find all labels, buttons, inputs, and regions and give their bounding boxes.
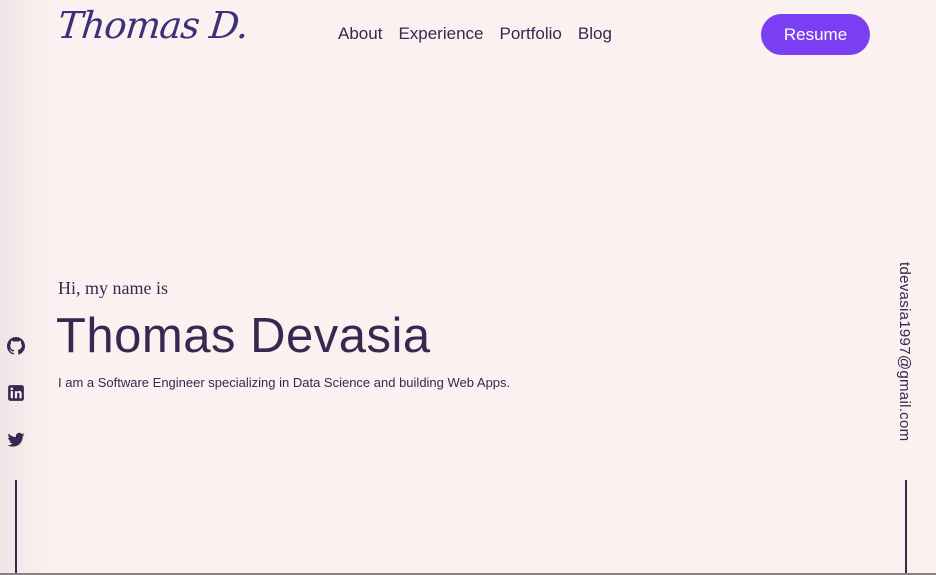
twitter-icon <box>7 431 25 449</box>
left-gutter <box>0 0 48 575</box>
email-link[interactable]: tdevasia1997@gmail.com <box>896 262 913 441</box>
nav-link-about[interactable]: About <box>338 24 382 44</box>
hero-name: Thomas Devasia <box>56 309 431 363</box>
social-links <box>7 337 25 449</box>
github-link[interactable] <box>7 337 25 355</box>
hero-greeting: Hi, my name is <box>58 278 168 298</box>
left-vertical-line <box>15 480 17 575</box>
site-logo[interactable]: Thomas D. <box>56 4 250 47</box>
hero-tagline: I am a Software Engineer specializing in… <box>58 375 511 390</box>
resume-button[interactable]: Resume <box>761 14 870 55</box>
nav-link-portfolio[interactable]: Portfolio <box>500 24 562 44</box>
linkedin-icon <box>7 384 25 402</box>
twitter-link[interactable] <box>7 431 25 449</box>
main-nav: About Experience Portfolio Blog <box>338 24 612 44</box>
right-vertical-line <box>905 480 907 575</box>
nav-link-experience[interactable]: Experience <box>398 24 483 44</box>
linkedin-link[interactable] <box>7 384 25 402</box>
nav-link-blog[interactable]: Blog <box>578 24 612 44</box>
github-icon <box>7 337 25 355</box>
